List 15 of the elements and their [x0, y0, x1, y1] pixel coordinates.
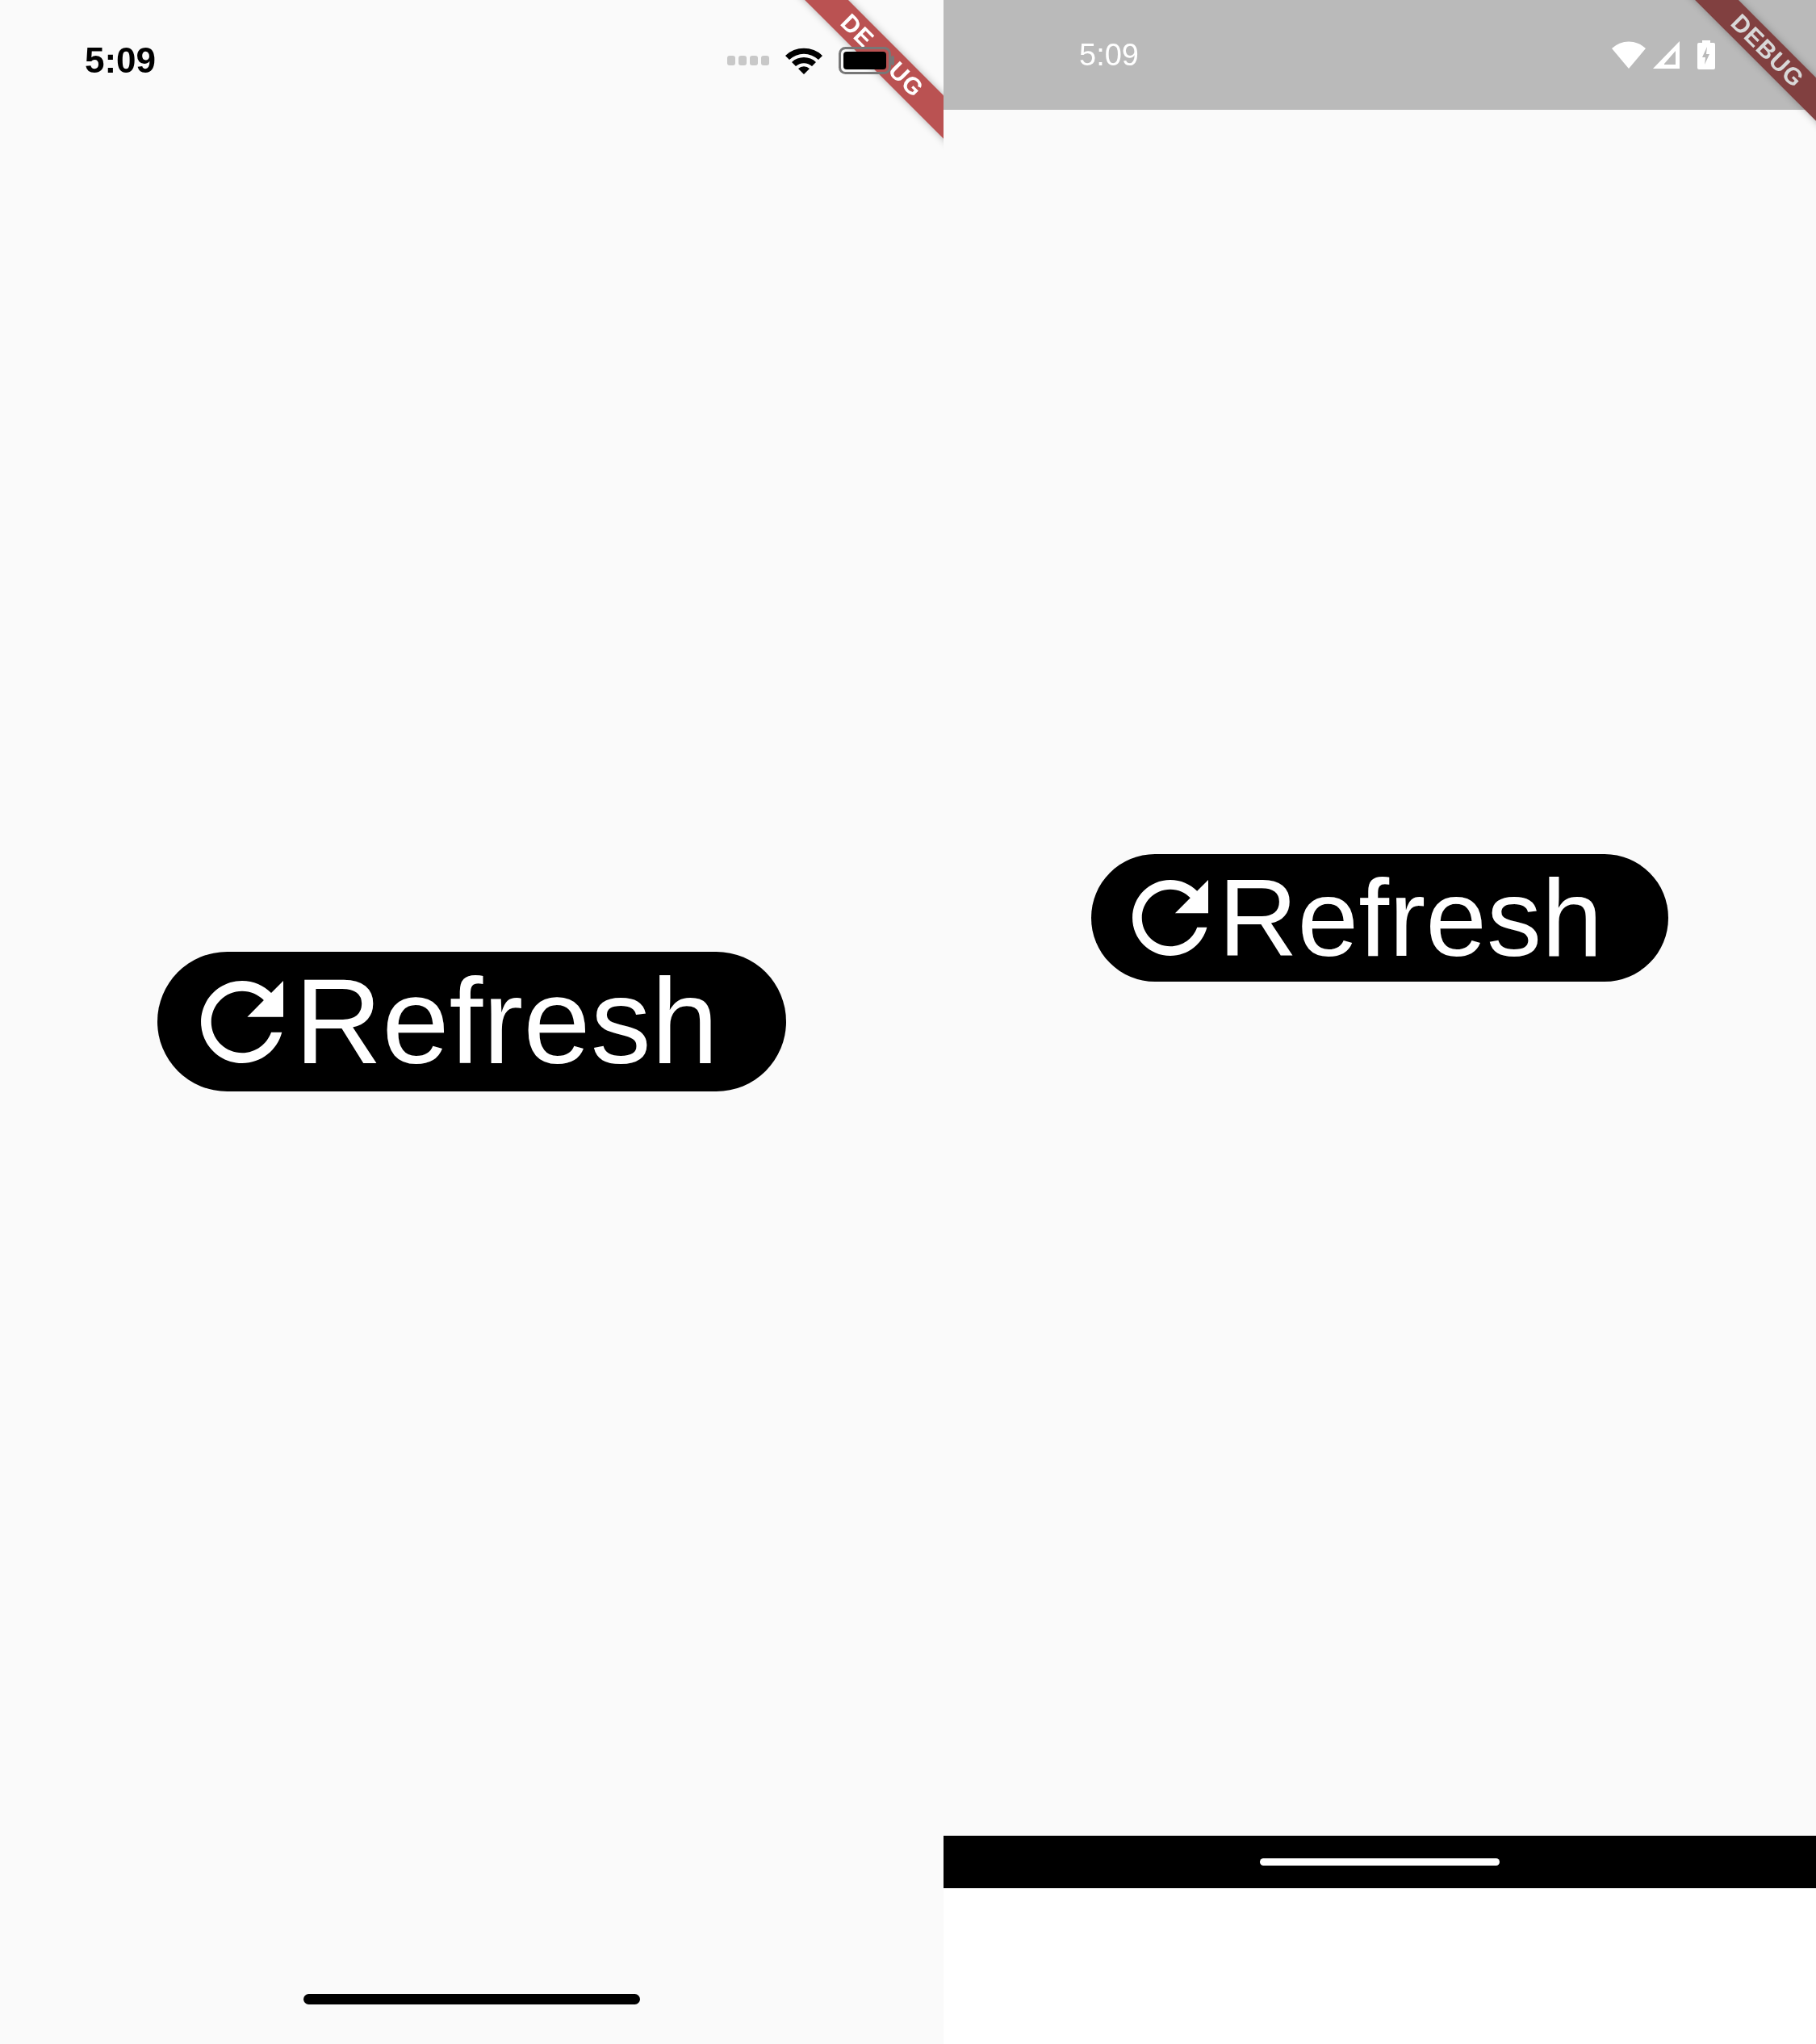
- refresh-button[interactable]: Refresh: [1091, 854, 1668, 982]
- wifi-icon: [1612, 40, 1646, 69]
- wifi-icon: [784, 46, 824, 75]
- refresh-icon: [200, 980, 283, 1063]
- signal-icon: [727, 56, 769, 65]
- banner-text: UG: [882, 56, 930, 103]
- refresh-icon: [1132, 880, 1209, 956]
- cellular-signal-icon: [1652, 40, 1681, 69]
- battery-charging-icon: [1697, 40, 1715, 69]
- banner-text: DE: [835, 8, 880, 53]
- status-time: 5:09: [1079, 37, 1139, 73]
- status-time: 5:09: [85, 40, 157, 81]
- home-indicator[interactable]: [1260, 1858, 1500, 1866]
- refresh-button[interactable]: Refresh: [157, 952, 786, 1091]
- home-indicator[interactable]: [303, 1994, 640, 2004]
